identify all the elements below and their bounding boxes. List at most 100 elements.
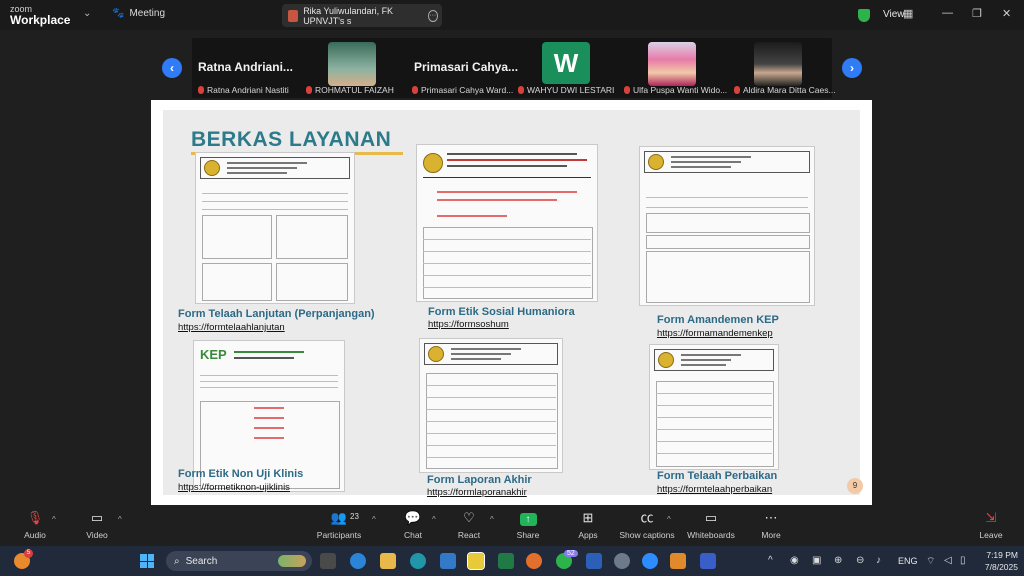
form-title: Form Laporan Akhir	[427, 474, 532, 486]
zoom-workplace-logo[interactable]: zoom Workplace	[10, 4, 70, 26]
taskbar-search[interactable]: ⌕ Search	[166, 551, 312, 571]
participant-label-text: Ratna Andriani Nastiti	[207, 85, 289, 95]
notification-badge: 52	[564, 550, 578, 557]
muted-mic-icon	[518, 86, 524, 94]
chevron-up-icon[interactable]: ^	[667, 515, 671, 524]
tab-meeting[interactable]: 🐾 Meeting	[112, 8, 165, 19]
app-icon[interactable]	[440, 553, 456, 569]
form-preview-image	[416, 144, 598, 302]
windows-start-icon[interactable]	[140, 554, 154, 568]
share-tab-label: Rika Yuliwulandari, FK UPNVJT's s	[303, 5, 394, 26]
app-icon[interactable]	[700, 553, 716, 569]
participant-label-text: Aldira Mara Ditta Caes...	[743, 85, 836, 95]
participant-name: Primasari Cahya...	[414, 60, 519, 74]
form-link[interactable]: https://formsoshum	[428, 319, 509, 330]
task-view-icon[interactable]	[320, 553, 336, 569]
firefox-icon[interactable]	[526, 553, 542, 569]
audio-label: Audio	[24, 530, 46, 540]
people-icon: 👥	[330, 510, 348, 525]
title-bar: zoom Workplace ⌄ 🐾 Meeting Rika Yuliwula…	[0, 0, 1024, 30]
participant-label-text: WAHYU DWI LESTARI	[527, 85, 615, 95]
next-page-icon[interactable]: ›	[842, 58, 862, 78]
form-preview-image	[419, 338, 563, 473]
tray-app-icon[interactable]: ⊕	[834, 555, 842, 566]
participant-label: Aldira Mara Ditta Caes...	[734, 85, 836, 95]
app-icon[interactable]	[410, 553, 426, 569]
form-link[interactable]: https://formetiknon-ujiklinis	[178, 482, 290, 493]
wifi-icon[interactable]: ⌔	[926, 555, 935, 568]
app-icon[interactable]	[670, 553, 686, 569]
more-label: More	[761, 530, 781, 540]
form-link[interactable]: https://formtelaahperbaikan	[657, 484, 772, 495]
share-screen-icon: ↑	[519, 513, 537, 526]
chevron-up-icon[interactable]: ^	[118, 515, 122, 524]
form-title: Form Etik Non Uji Klinis	[178, 468, 304, 480]
avatar-initial: W	[542, 42, 590, 84]
form-preview-image	[639, 146, 815, 306]
page-number: 9	[847, 478, 863, 494]
captions-button[interactable]: ㏄ Show captions	[612, 510, 682, 540]
muted-mic-icon	[624, 86, 630, 94]
zoom-window: zoom Workplace ⌄ 🐾 Meeting Rika Yuliwula…	[0, 0, 1024, 576]
restore-icon[interactable]: ❐	[972, 7, 982, 20]
chevron-down-icon[interactable]: ⌄	[83, 8, 91, 19]
participant-label: ROHMATUL FAIZAH	[306, 85, 394, 95]
participant-label-text: Ulfa Puspa Wanti Wido...	[633, 85, 728, 95]
edge-icon[interactable]	[350, 553, 366, 569]
excel-icon[interactable]	[498, 553, 514, 569]
paw-icon: 🐾	[112, 8, 125, 19]
university-seal-icon	[428, 346, 444, 362]
meeting-tab-label: Meeting	[129, 8, 166, 19]
muted-mic-icon	[412, 86, 418, 94]
zoom-icon[interactable]	[642, 553, 658, 569]
participant-label: Ratna Andriani Nastiti	[198, 85, 289, 95]
settings-icon[interactable]	[614, 553, 630, 569]
kep-logo: KEP	[200, 347, 227, 362]
chevron-up-icon[interactable]: ^	[52, 515, 56, 524]
form-link[interactable]: https://formlaporanakhir	[427, 487, 527, 498]
input-language[interactable]: ENG	[898, 556, 918, 566]
form-preview-image	[195, 152, 355, 304]
leave-button[interactable]: ⇲ Leave	[956, 510, 1024, 540]
chevron-up-icon[interactable]: ^	[768, 555, 773, 566]
previous-page-icon[interactable]: ‹	[162, 58, 182, 78]
shield-icon[interactable]	[858, 9, 870, 22]
audio-button[interactable]: 🎙 Audio	[0, 510, 70, 540]
sticky-notes-icon[interactable]	[467, 552, 485, 570]
tray-app-icon[interactable]: ⊖	[856, 555, 864, 566]
minimize-icon[interactable]: —	[942, 7, 953, 19]
share-screen-icon	[288, 9, 299, 22]
search-label: Search	[185, 555, 218, 567]
tab-screen-share[interactable]: Rika Yuliwulandari, FK UPNVJT's s ···	[282, 4, 442, 27]
form-title: Form Telaah Perbaikan	[657, 470, 778, 482]
captions-icon: ㏄	[640, 510, 654, 525]
grid-icon[interactable]: ▦	[903, 7, 913, 20]
participant-label-text: ROHMATUL FAIZAH	[315, 85, 394, 95]
participant-label: WAHYU DWI LESTARI	[518, 85, 614, 95]
more-options-icon[interactable]: ···	[427, 9, 438, 22]
view-label: View	[883, 9, 905, 20]
word-icon[interactable]	[586, 553, 602, 569]
muted-mic-icon: 🎙	[26, 510, 44, 525]
participant-label: Primasari Cahya Ward...	[412, 85, 513, 95]
view-button[interactable]: View	[883, 9, 905, 20]
avatar	[328, 42, 376, 86]
microphone-icon[interactable]: ♪	[876, 555, 881, 566]
form-link[interactable]: https://formtelaahlanjutan	[178, 322, 285, 333]
tray-app-icon[interactable]: ◉	[790, 555, 799, 566]
participants-button[interactable]: 👥 Participants	[304, 510, 374, 540]
file-explorer-icon[interactable]	[380, 553, 396, 569]
participant-label: Ulfa Puspa Wanti Wido...	[624, 85, 727, 95]
form-title: Form Telaah Lanjutan (Perpanjangan)	[178, 308, 375, 320]
clock[interactable]: 7:19 PM 7/8/2025	[978, 549, 1018, 573]
more-button[interactable]: ⋯ More	[736, 510, 806, 540]
video-label: Video	[86, 530, 108, 540]
chevron-up-icon[interactable]: ^	[372, 515, 376, 524]
close-icon[interactable]: ✕	[1002, 7, 1011, 20]
volume-icon[interactable]: ◁	[944, 555, 952, 566]
battery-icon[interactable]: ▯	[960, 555, 966, 566]
more-icon: ⋯	[764, 510, 778, 525]
search-highlight-image	[278, 555, 306, 567]
tray-app-icon[interactable]: ▣	[812, 555, 821, 566]
form-link[interactable]: https://formamandemenkep	[657, 328, 773, 339]
